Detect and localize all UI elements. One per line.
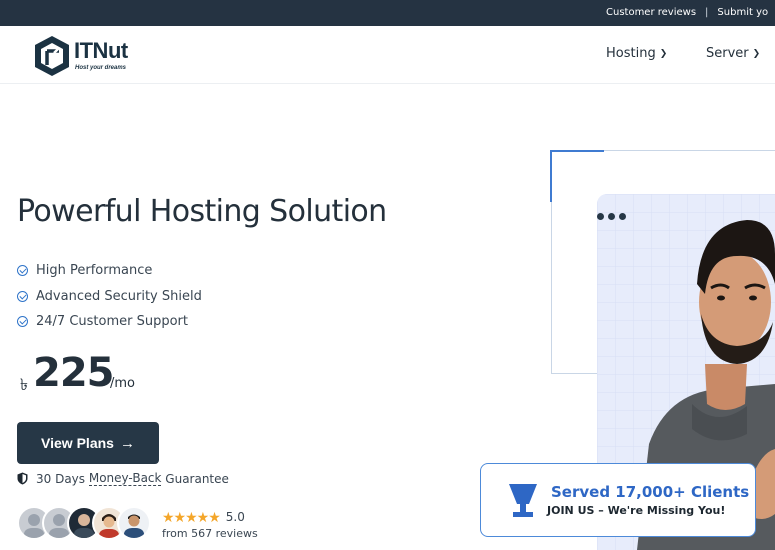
frame-accent — [550, 150, 552, 202]
logo[interactable]: ITNut Host your dreams — [33, 35, 143, 77]
top-bar-separator: | — [705, 7, 709, 18]
rating-score: 5.0 — [225, 510, 245, 524]
check-circle-icon — [17, 265, 28, 277]
feature-list: High Performance Advanced Security Shiel… — [17, 258, 202, 335]
top-bar-links: Customer reviews | Submit yo — [606, 7, 768, 19]
rating: ★★★★★ 5.0 from 567 reviews — [162, 507, 258, 540]
window-dots-icon — [597, 205, 630, 224]
chevron-down-icon: ❯ — [752, 49, 761, 59]
avatar — [117, 506, 151, 540]
arrow-right-icon: → — [119, 434, 135, 452]
main-nav: ITNut Host your dreams Hosting ❯ Server ❯ — [0, 26, 775, 84]
view-plans-button[interactable]: View Plans → — [17, 422, 159, 464]
guarantee-prefix: 30 Days — [36, 471, 89, 486]
user-avatar-icon — [124, 514, 144, 538]
badge-title: Served 17,000+ Clients — [551, 483, 750, 501]
nav-item-server[interactable]: Server ❯ — [706, 46, 760, 61]
feature-label: 24/7 Customer Support — [36, 314, 188, 330]
chevron-down-icon: ❯ — [659, 49, 668, 59]
frame-accent — [550, 150, 604, 152]
guarantee-suffix: Guarantee — [161, 471, 229, 486]
badge-subtitle: JOIN US – We're Missing You! — [547, 504, 726, 517]
guarantee-highlight[interactable]: Money-Back — [88, 471, 162, 486]
feature-label: Advanced Security Shield — [36, 288, 202, 304]
price-currency: ৳ — [20, 375, 28, 394]
check-circle-icon — [17, 316, 28, 328]
view-plans-label: View Plans — [41, 435, 114, 451]
nav-item-label: Hosting — [606, 46, 656, 61]
logo-mark-icon — [35, 36, 69, 76]
nav-item-hosting[interactable]: Hosting ❯ — [606, 46, 667, 61]
clients-badge: Served 17,000+ Clients JOIN US – We're M… — [480, 463, 756, 537]
customer-reviews-link[interactable]: Customer reviews — [606, 7, 696, 18]
hero-title: Powerful Hosting Solution — [17, 194, 387, 229]
check-circle-icon — [17, 290, 28, 302]
nav-item-label: Server — [706, 46, 749, 61]
feature-item: High Performance — [17, 258, 202, 284]
feature-label: High Performance — [36, 263, 153, 279]
submit-link[interactable]: Submit yo — [717, 7, 768, 18]
money-back-guarantee: 30 Days Money-Back Guarantee — [17, 471, 229, 486]
logo-tagline: Host your dreams — [75, 65, 127, 71]
shield-icon — [17, 472, 28, 485]
trophy-icon — [509, 484, 537, 517]
top-bar: Customer reviews | Submit yo — [0, 0, 775, 26]
feature-item: Advanced Security Shield — [17, 284, 202, 310]
feature-item: 24/7 Customer Support — [17, 309, 202, 335]
price-period: /mo — [110, 376, 135, 391]
price-amount: 225 — [33, 350, 114, 396]
logo-brand: ITNut — [74, 38, 128, 63]
review-count: from 567 reviews — [162, 527, 258, 540]
star-rating-icon: ★★★★★ — [162, 510, 221, 526]
